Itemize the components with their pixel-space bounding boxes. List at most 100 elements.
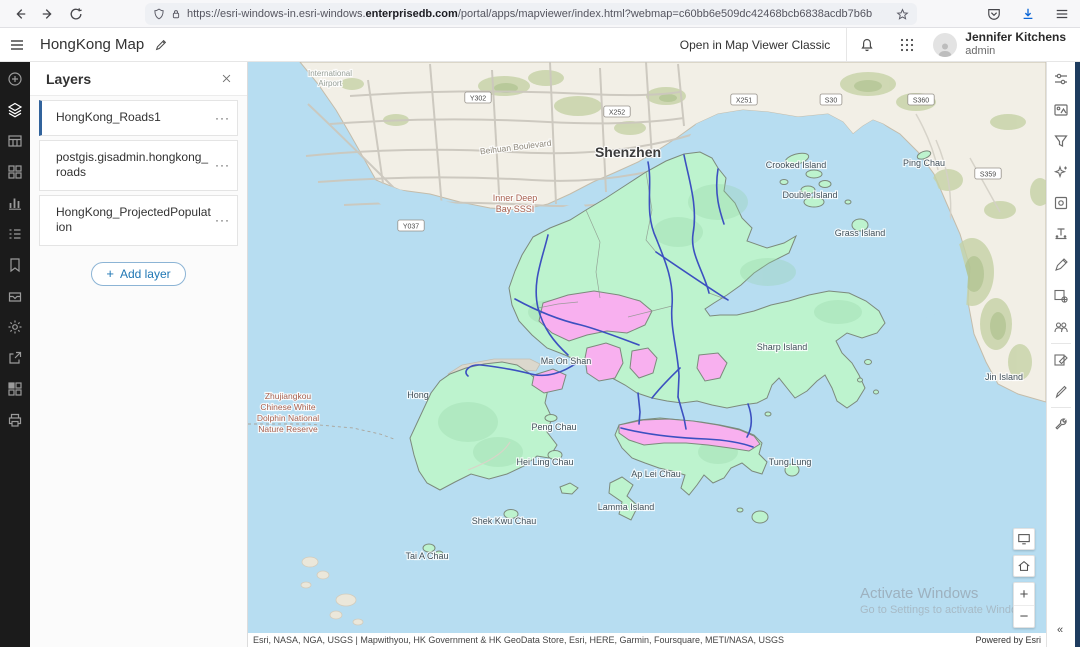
layer-label: postgis.gisadmin.hongkong_roads	[56, 150, 208, 180]
tables-icon[interactable]	[7, 133, 23, 149]
user-role: admin	[965, 45, 1066, 58]
road-shield: S359	[975, 168, 1001, 179]
map-label: Hong	[407, 390, 429, 400]
bell-icon	[859, 37, 875, 53]
print-icon[interactable]	[7, 412, 23, 428]
map-label: Inner Deep	[493, 193, 538, 203]
layers-panel-close-button[interactable]	[217, 70, 235, 88]
map-properties-icon[interactable]	[7, 319, 23, 335]
powered-by-esri: Powered by Esri	[975, 635, 1041, 645]
app-launcher-button[interactable]	[887, 28, 927, 62]
notifications-button[interactable]	[847, 28, 887, 62]
layer-item-projected-population[interactable]: HongKong_ProjectedPopulation ···	[39, 195, 238, 246]
aggregation-icon[interactable]	[1053, 195, 1069, 211]
effects-icon[interactable]	[1053, 164, 1069, 180]
popups-icon[interactable]	[1053, 352, 1069, 368]
zoom-controls: + −	[1013, 582, 1035, 628]
svg-text:S30: S30	[825, 98, 838, 105]
charts-icon[interactable]	[7, 195, 23, 211]
map-label: Ma On Shan	[541, 356, 592, 366]
sharing-icon[interactable]	[1053, 319, 1069, 335]
fields-icon[interactable]	[1053, 288, 1069, 304]
monitor-icon	[1017, 532, 1031, 546]
map-label: Sharp Island	[757, 342, 808, 352]
road-shield: S30	[820, 94, 842, 105]
layer-options-button[interactable]: ···	[215, 158, 230, 172]
pocket-icon[interactable]	[982, 2, 1006, 26]
download-icon[interactable]	[1016, 2, 1040, 26]
home-button[interactable]	[1013, 555, 1035, 577]
settings-toolbar	[1046, 62, 1074, 647]
layer-options-button[interactable]: ···	[215, 213, 230, 227]
embed-icon[interactable]	[7, 381, 23, 397]
browser-forward-button[interactable]	[34, 2, 62, 26]
browser-reload-button[interactable]	[62, 2, 90, 26]
svg-text:Y037: Y037	[403, 224, 419, 231]
reload-icon	[69, 7, 83, 21]
map-controls: + −	[1013, 528, 1035, 628]
zoom-out-button[interactable]: −	[1014, 605, 1034, 627]
map-label: Ping Chau	[903, 158, 945, 168]
legend-icon[interactable]	[7, 226, 23, 242]
layer-item-postgis-roads[interactable]: postgis.gisadmin.hongkong_roads ···	[39, 140, 238, 191]
sketch-icon[interactable]	[1053, 383, 1069, 399]
map-label: Hei Ling Chau	[516, 457, 573, 467]
map-label: Dolphin National	[257, 413, 319, 423]
full-extent-button[interactable]	[1013, 528, 1035, 550]
map-canvas[interactable]: Hong	[248, 62, 1046, 633]
layers-panel: Layers HongKong_Roads1 ··· postgis.gisad…	[30, 62, 248, 647]
add-icon[interactable]	[7, 71, 23, 87]
avatar[interactable]	[933, 33, 957, 57]
edit-title-button[interactable]	[154, 38, 168, 52]
page-title: HongKong Map	[40, 36, 144, 53]
shield-icon[interactable]	[153, 8, 165, 20]
labels-icon[interactable]	[1053, 226, 1069, 242]
open-classic-link[interactable]: Open in Map Viewer Classic	[664, 38, 847, 52]
styles-icon[interactable]	[1053, 102, 1069, 118]
back-arrow-icon	[13, 7, 27, 21]
url-bar[interactable]: https://esri-windows-in.esri-windows.ent…	[145, 3, 917, 25]
road-shield: Y037	[398, 220, 424, 231]
app-header: HongKong Map Open in Map Viewer Classic …	[0, 28, 1080, 62]
properties-icon[interactable]	[1053, 71, 1069, 87]
save-icon[interactable]	[7, 288, 23, 304]
zoom-in-button[interactable]: +	[1014, 583, 1034, 605]
map-label: Zhujiangkou	[265, 391, 312, 401]
contents-toolbar	[0, 62, 30, 647]
person-icon	[936, 41, 954, 57]
pencil-icon	[154, 38, 168, 52]
layer-options-button[interactable]: ···	[215, 111, 230, 125]
app-menu-button[interactable]	[0, 28, 34, 62]
close-icon	[221, 73, 232, 84]
bookmarks-icon[interactable]	[7, 257, 23, 273]
map-label: Bay SSSI	[496, 204, 535, 214]
attribution-bar: Esri, NASA, NGA, USGS | Mapwithyou, HK G…	[248, 633, 1046, 647]
layer-item-hongkong-roads1[interactable]: HongKong_Roads1 ···	[39, 100, 238, 136]
user-block[interactable]: Jennifer Kitchens admin	[965, 31, 1066, 57]
lock-icon[interactable]	[170, 8, 182, 20]
layers-panel-header: Layers	[30, 62, 247, 96]
window-edge	[1075, 62, 1080, 647]
filter-icon[interactable]	[1053, 133, 1069, 149]
collapse-toolbar-button[interactable]: «	[1048, 622, 1072, 638]
map-viewport[interactable]: Hong	[248, 62, 1046, 633]
basemap-icon[interactable]	[7, 164, 23, 180]
add-layer-button[interactable]: + Add layer	[91, 262, 185, 286]
layers-icon[interactable]	[7, 102, 23, 118]
forward-arrow-icon	[41, 7, 55, 21]
map-label: Crooked Island	[766, 160, 827, 170]
map-label: International	[308, 69, 352, 78]
road-shield: Y302	[465, 92, 491, 103]
bookmark-star-icon[interactable]	[896, 8, 909, 21]
url-text: https://esri-windows-in.esri-windows.ent…	[187, 8, 872, 20]
svg-text:X252: X252	[609, 110, 625, 117]
browser-toolbar: https://esri-windows-in.esri-windows.ent…	[0, 0, 1080, 28]
svg-text:S359: S359	[980, 172, 996, 179]
attachments-icon[interactable]	[1053, 257, 1069, 273]
user-name: Jennifer Kitchens	[965, 31, 1066, 45]
share-icon[interactable]	[7, 350, 23, 366]
browser-back-button[interactable]	[6, 2, 34, 26]
browser-menu-icon[interactable]	[1050, 2, 1074, 26]
tools-icon[interactable]	[1053, 416, 1069, 432]
apps-grid-icon	[899, 37, 915, 53]
